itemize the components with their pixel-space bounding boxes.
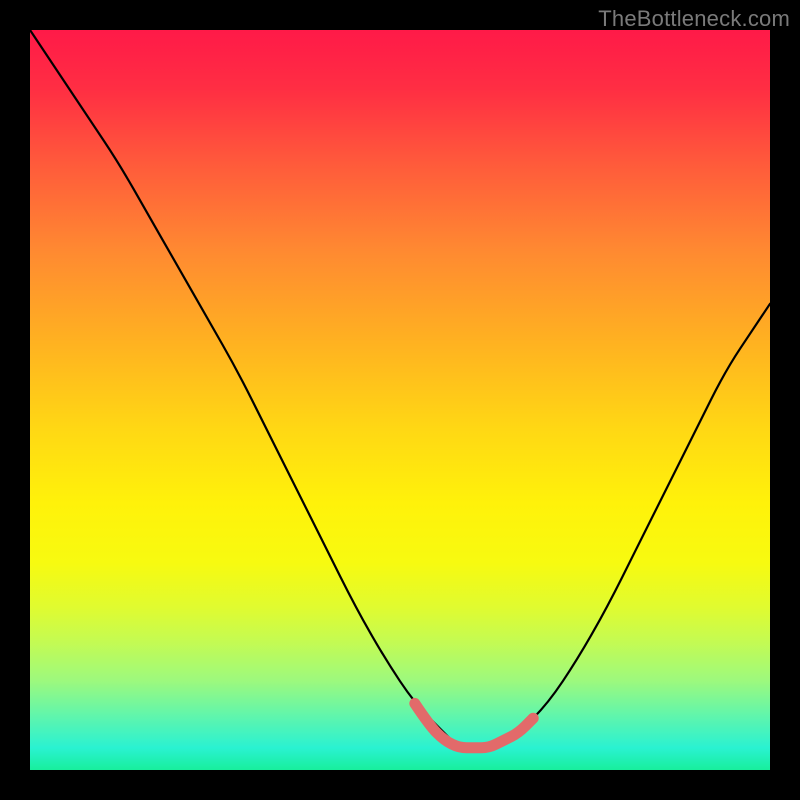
bottleneck-curve [30,30,770,748]
chart-plot-area [30,30,770,770]
valley-highlight [415,703,533,747]
chart-container: TheBottleneck.com [0,0,800,800]
chart-svg [30,30,770,770]
watermark-text: TheBottleneck.com [598,6,790,32]
